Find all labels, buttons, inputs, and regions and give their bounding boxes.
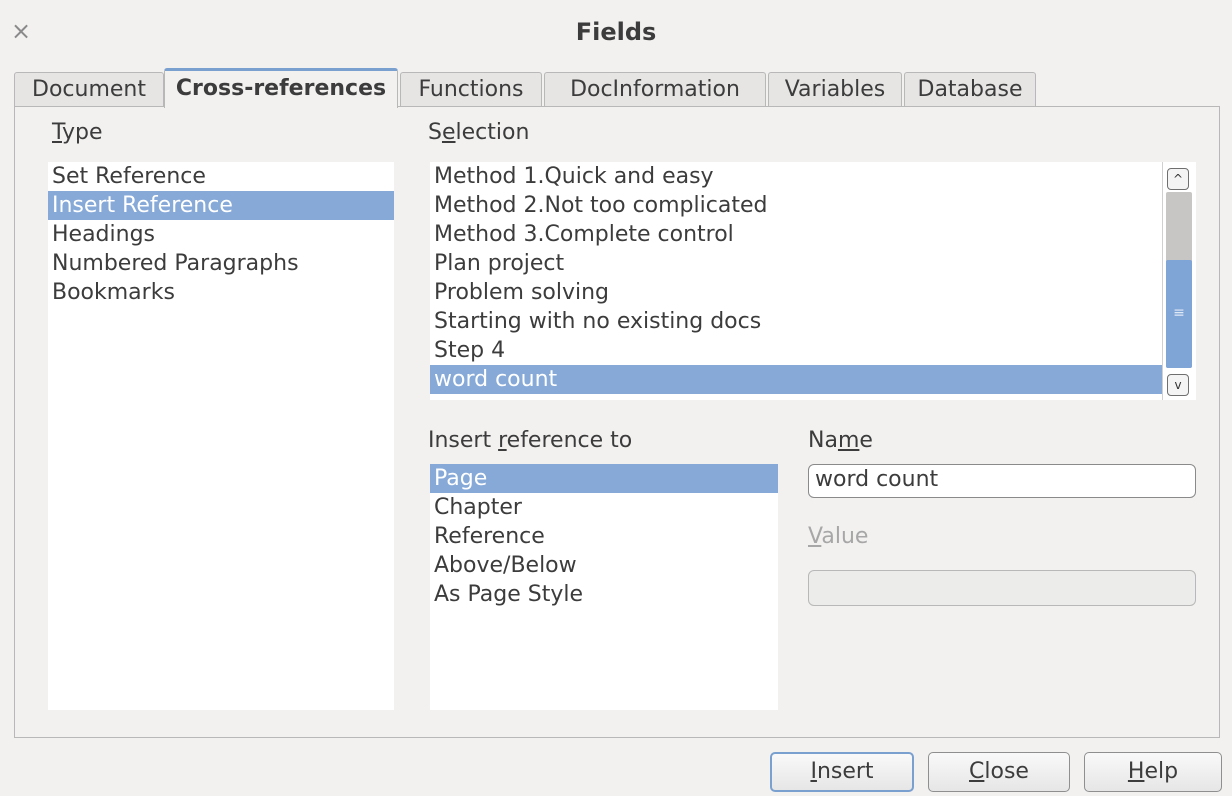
list-item[interactable]: Page [430,464,778,493]
tab-database[interactable]: Database [904,72,1036,106]
list-item[interactable]: Bookmarks [48,278,394,307]
selection-label: Selection [428,120,530,145]
list-item[interactable]: Chapter [430,493,778,522]
type-list[interactable]: Set Reference Insert Reference Headings … [48,162,394,710]
help-button[interactable]: Help [1084,752,1222,792]
tab-variables[interactable]: Variables [768,72,902,106]
tab-document[interactable]: Document [14,72,164,106]
insert-reference-list[interactable]: Page Chapter Reference Above/Below As Pa… [430,464,778,710]
tab-cross-references[interactable]: Cross-references [164,68,398,108]
dialog-title: Fields [575,18,657,46]
type-label: Type [52,120,103,145]
name-field[interactable]: word count [808,464,1196,498]
selection-scrollbar[interactable]: ^ ≡ v [1162,162,1196,400]
list-item[interactable]: Problem solving [430,278,1196,307]
grip-icon: ≡ [1173,305,1185,321]
value-field [808,570,1196,606]
title-bar: × Fields [0,0,1232,62]
list-item[interactable]: Step 4 [430,336,1196,365]
list-item[interactable]: Above/Below [430,551,778,580]
scroll-down-icon[interactable]: v [1167,374,1189,396]
list-item[interactable]: Method 3.Complete control [430,220,1196,249]
name-label: Name [808,428,873,453]
value-label: Value [808,524,869,549]
scroll-thumb[interactable]: ≡ [1166,260,1192,368]
scroll-up-icon[interactable]: ^ [1167,168,1189,190]
list-item[interactable]: Plan project [430,249,1196,278]
list-item[interactable]: Method 2.Not too complicated [430,191,1196,220]
tab-docinformation[interactable]: DocInformation [544,72,766,106]
list-item[interactable]: Headings [48,220,394,249]
list-item[interactable]: word count [430,365,1162,394]
list-item[interactable]: Insert Reference [48,191,394,220]
list-item[interactable]: Numbered Paragraphs [48,249,394,278]
list-item[interactable]: Starting with no existing docs [430,307,1196,336]
tab-functions[interactable]: Functions [400,72,542,106]
list-item[interactable]: As Page Style [430,580,778,609]
insert-button[interactable]: Insert [770,752,914,792]
list-item[interactable]: Set Reference [48,162,394,191]
selection-list[interactable]: Method 1.Quick and easy Method 2.Not too… [430,162,1196,400]
list-item[interactable]: Reference [430,522,778,551]
close-button[interactable]: Close [928,752,1070,792]
list-item[interactable]: Method 1.Quick and easy [430,162,1196,191]
insert-reference-label: Insert reference to [428,428,633,453]
